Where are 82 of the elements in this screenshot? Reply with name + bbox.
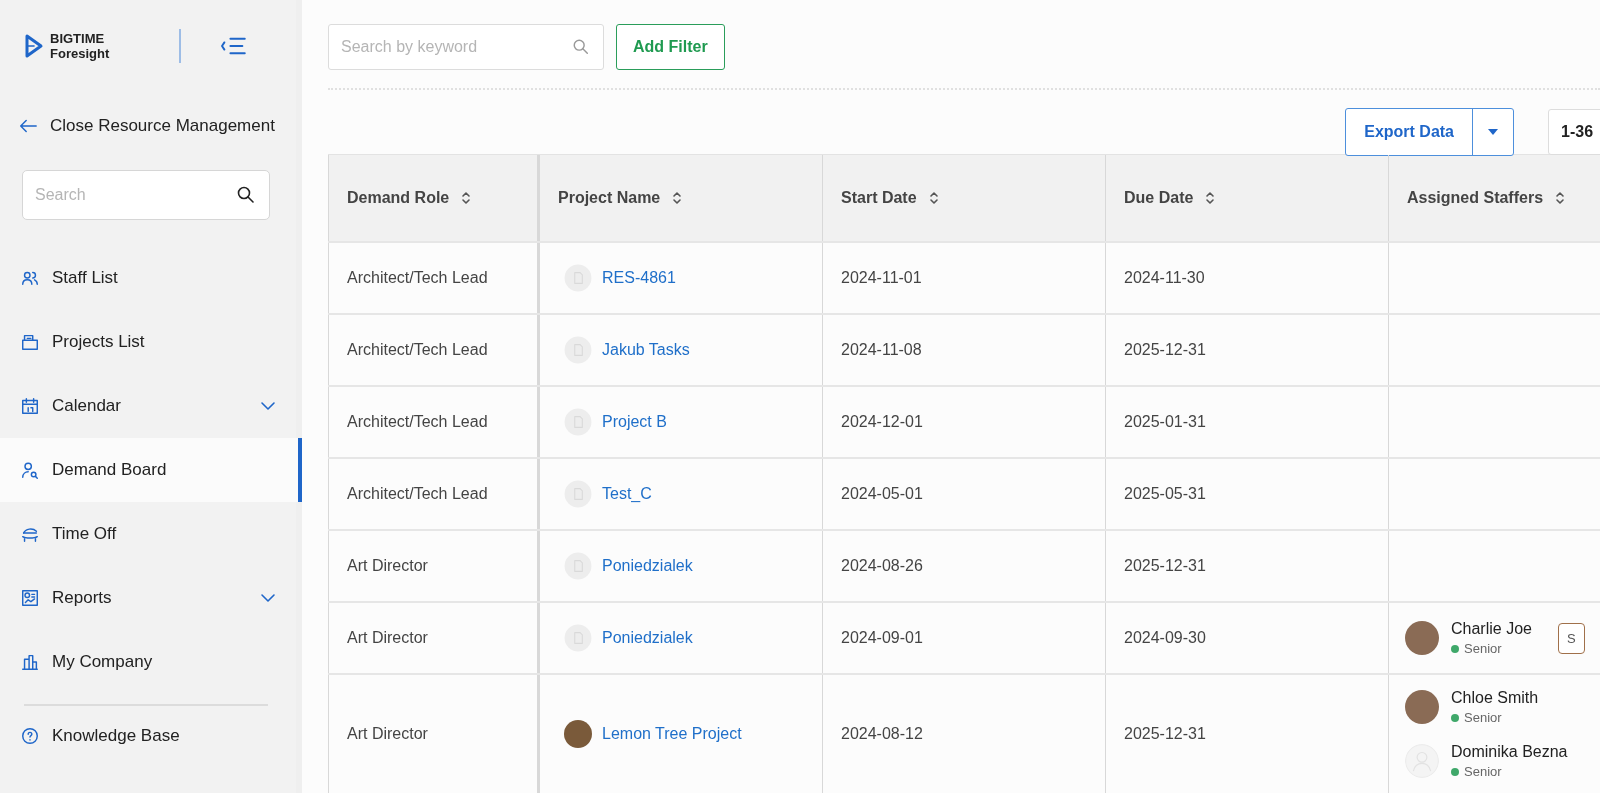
sidebar-item[interactable]: Reports: [0, 566, 296, 630]
search-icon: [572, 38, 590, 56]
sidebar-item[interactable]: Projects List: [0, 310, 296, 374]
search-field[interactable]: Search by keyword: [328, 24, 604, 70]
avatar: [1405, 690, 1439, 724]
table-cell: 2025-05-31: [1106, 459, 1389, 529]
help-icon: [20, 726, 40, 746]
project-link[interactable]: Lemon Tree Project: [602, 725, 742, 743]
table-cell: Art Director: [328, 531, 540, 601]
building-icon: [20, 652, 40, 672]
status-dot: [1451, 644, 1459, 653]
column-header[interactable]: Demand Role: [328, 155, 540, 241]
sort-icon: [461, 190, 472, 206]
table-cell: 2025-12-31: [1106, 675, 1389, 793]
document-icon: [564, 336, 592, 364]
document-icon: [564, 624, 592, 652]
table-cell: Architect/Tech Lead: [328, 243, 540, 313]
add-filter-button[interactable]: Add Filter: [616, 24, 725, 70]
staffer-level: Senior: [1464, 710, 1502, 725]
status-dot: [1451, 713, 1459, 722]
table-cell: 2024-09-30: [1106, 603, 1389, 673]
project-link[interactable]: Poniedzialek: [602, 629, 693, 647]
table-cell: Architect/Tech Lead: [328, 459, 540, 529]
staffer-level: Senior: [1464, 764, 1502, 779]
back-link[interactable]: Close Resource Management: [0, 116, 296, 136]
table-cell: Art Director: [328, 675, 540, 793]
sort-icon: [1555, 190, 1566, 206]
project-link[interactable]: Test_C: [602, 485, 652, 503]
table-cell: 2024-05-01: [823, 459, 1106, 529]
person-search-icon: [20, 460, 40, 480]
staffer-tag: S: [1557, 622, 1585, 654]
table-cell: 2024-09-01: [823, 603, 1106, 673]
logo-text: BIGTIME: [50, 31, 106, 46]
project-link[interactable]: RES-4861: [602, 269, 676, 287]
column-header[interactable]: Project Name: [540, 155, 823, 241]
sidebar-item[interactable]: Time Off: [0, 502, 296, 566]
sort-icon: [672, 190, 683, 206]
person-silhouette-icon: [1405, 744, 1439, 778]
table-cell: Architect/Tech Lead: [328, 387, 540, 457]
staffer-level: Senior: [1464, 641, 1502, 656]
sidebar-item[interactable]: My Company: [0, 630, 296, 694]
project-link[interactable]: Poniedzialek: [602, 557, 693, 575]
sidebar-item[interactable]: Demand Board: [0, 438, 302, 502]
caret-down-icon: [1487, 128, 1499, 136]
status-dot: [1451, 767, 1459, 776]
document-icon: [564, 552, 592, 580]
search-field[interactable]: Search: [22, 170, 270, 220]
column-header[interactable]: Due Date: [1106, 155, 1389, 241]
table-cell: 2024-11-01: [823, 243, 1106, 313]
folder-icon: [20, 332, 40, 352]
column-header[interactable]: Start Date: [823, 155, 1106, 241]
sidebar-item[interactable]: Staff List: [0, 246, 296, 310]
sort-icon: [1205, 190, 1216, 206]
search-icon: [236, 185, 256, 205]
table-cell: 2024-08-26: [823, 531, 1106, 601]
project-link[interactable]: Project B: [602, 413, 667, 431]
table-cell: Art Director: [328, 603, 540, 673]
report-icon: [20, 588, 40, 608]
pagination-range[interactable]: 1-36: [1548, 109, 1600, 155]
photo-placeholder: [564, 720, 592, 748]
table-cell: Architect/Tech Lead: [328, 315, 540, 385]
sidebar-item[interactable]: Calendar: [0, 374, 296, 438]
knowledge-base-link[interactable]: Knowledge Base: [0, 706, 296, 766]
sort-icon: [928, 190, 939, 206]
table-cell: 2024-08-12: [823, 675, 1106, 793]
document-icon: [564, 480, 592, 508]
staffer-name: Chloe Smith: [1451, 689, 1539, 707]
table-cell: 2024-11-30: [1106, 243, 1389, 313]
table-cell: 2024-11-08: [823, 315, 1106, 385]
logo-subtext: Foresight: [50, 46, 110, 61]
column-header[interactable]: Assigned Staffers: [1389, 155, 1600, 241]
avatar: [1405, 621, 1439, 655]
staffer-name: Dominika Bezna: [1451, 743, 1568, 761]
staffer-name: Charlie Joe: [1451, 620, 1532, 638]
table-cell: 2025-12-31: [1106, 315, 1389, 385]
project-link[interactable]: Jakub Tasks: [602, 341, 690, 359]
table-cell: 2025-12-31: [1106, 531, 1389, 601]
calendar-icon: [20, 396, 40, 416]
document-icon: [564, 408, 592, 436]
table-cell: 2025-01-31: [1106, 387, 1389, 457]
document-icon: [564, 264, 592, 292]
table-cell: 2024-12-01: [823, 387, 1106, 457]
